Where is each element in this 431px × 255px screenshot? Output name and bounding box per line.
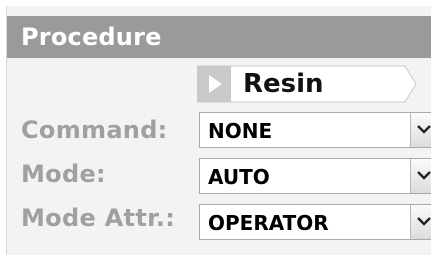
procedure-header: Procedure (7, 16, 431, 58)
mode-select-value: AUTO (208, 165, 270, 189)
mode-select[interactable]: AUTO (199, 158, 431, 194)
mode-attr-label: Mode Attr.: (21, 204, 176, 232)
mode-attr-select[interactable]: OPERATOR (199, 204, 431, 240)
chevron-down-icon (417, 171, 431, 180)
mode-dropdown-button[interactable] (410, 159, 431, 193)
command-select-value: NONE (208, 119, 273, 143)
play-arrow-icon (209, 75, 222, 93)
chevron-down-icon (417, 125, 431, 134)
mode-attr-dropdown-button[interactable] (410, 205, 431, 239)
procedure-panel: Procedure Resin Command: NONE Mode: AUTO (6, 6, 431, 255)
command-label: Command: (21, 116, 168, 144)
chevron-down-icon (417, 217, 431, 226)
command-dropdown-button[interactable] (410, 113, 431, 147)
resin-arrow-box (197, 66, 231, 102)
command-select[interactable]: NONE (199, 112, 431, 148)
mode-attr-select-value: OPERATOR (208, 211, 329, 235)
panel-title: Procedure (21, 23, 162, 51)
resin-tab[interactable]: Resin (197, 64, 417, 104)
mode-label: Mode: (21, 160, 106, 188)
resin-tab-label: Resin (243, 69, 324, 99)
